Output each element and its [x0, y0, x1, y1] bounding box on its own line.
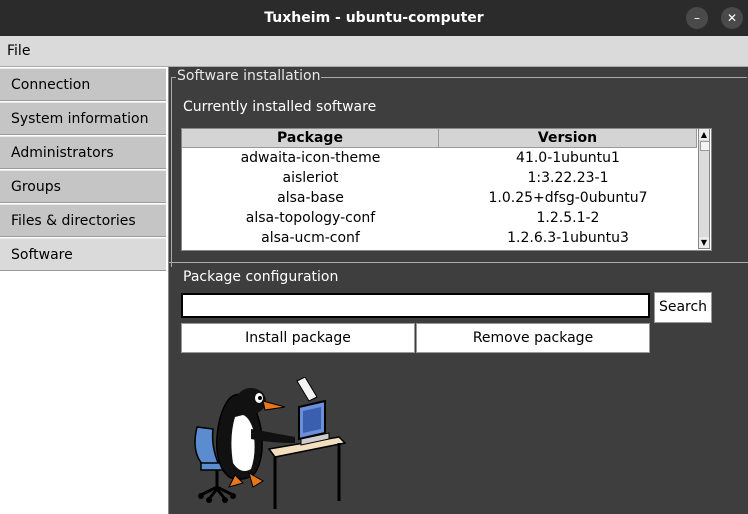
table-row[interactable]: alsa-ucm-conf 1.2.6.3-1ubuntu3: [182, 228, 697, 248]
package-configuration-label: Package configuration: [183, 269, 339, 285]
package-cell: alsa-topology-conf: [245, 210, 376, 226]
package-search-input[interactable]: [181, 293, 650, 318]
software-panel: Software installation Currently installe…: [168, 67, 748, 514]
package-cell: aisleriot: [282, 170, 339, 186]
table-row[interactable]: adwaita-icon-theme 41.0-1ubuntu1: [182, 148, 697, 168]
version-cell: 1:3.22.23-1: [527, 170, 609, 186]
table-row[interactable]: alsa-base 1.0.25+dfsg-0ubuntu7: [182, 188, 697, 208]
package-cell: adwaita-icon-theme: [240, 150, 381, 166]
column-header-version[interactable]: Version: [439, 129, 697, 148]
tux-mascot-image: [194, 377, 347, 509]
close-button[interactable]: ✕: [721, 7, 743, 29]
group-title: Software installation: [176, 68, 322, 84]
tab-system-information[interactable]: System information: [0, 102, 166, 135]
tab-files-directories[interactable]: Files & directories: [0, 204, 166, 237]
table-scrollbar[interactable]: ▲ ▼: [698, 128, 710, 249]
version-cell: 1.2.6.3-1ubuntu3: [507, 230, 629, 246]
installed-software-table: Package Version adwaita-icon-theme 41.0-…: [181, 128, 712, 251]
scroll-thumb[interactable]: [700, 141, 710, 151]
tab-groups[interactable]: Groups: [0, 170, 166, 203]
section-divider: [169, 262, 748, 263]
group-border-left: [171, 77, 172, 267]
tab-software[interactable]: Software: [0, 238, 166, 271]
remove-package-button[interactable]: Remove package: [416, 323, 650, 353]
table-row[interactable]: alsa-topology-conf 1.2.5.1-2: [182, 208, 697, 228]
scroll-up-arrow-icon[interactable]: ▲: [699, 129, 709, 140]
menu-bar: File: [0, 36, 748, 67]
title-bar: Tuxheim - ubuntu-computer – ✕: [0, 0, 748, 36]
minimize-button[interactable]: –: [686, 7, 708, 29]
column-header-package[interactable]: Package: [182, 129, 439, 148]
install-package-button[interactable]: Install package: [181, 323, 415, 353]
package-cell: alsa-base: [277, 190, 344, 206]
tab-connection[interactable]: Connection: [0, 68, 166, 101]
menu-file[interactable]: File: [7, 36, 30, 66]
scroll-down-arrow-icon[interactable]: ▼: [699, 237, 709, 248]
tab-administrators[interactable]: Administrators: [0, 136, 166, 169]
version-cell: 41.0-1ubuntu1: [516, 150, 620, 166]
version-cell: 1.2.5.1-2: [536, 210, 600, 226]
version-cell: 1.0.25+dfsg-0ubuntu7: [488, 190, 648, 206]
table-row[interactable]: aisleriot 1:3.22.23-1: [182, 168, 697, 188]
window-title: Tuxheim - ubuntu-computer: [264, 10, 484, 26]
package-cell: alsa-ucm-conf: [261, 230, 360, 246]
sidebar: Connection System information Administra…: [0, 67, 168, 514]
search-button[interactable]: Search: [654, 292, 712, 323]
installed-software-label: Currently installed software: [183, 99, 377, 115]
